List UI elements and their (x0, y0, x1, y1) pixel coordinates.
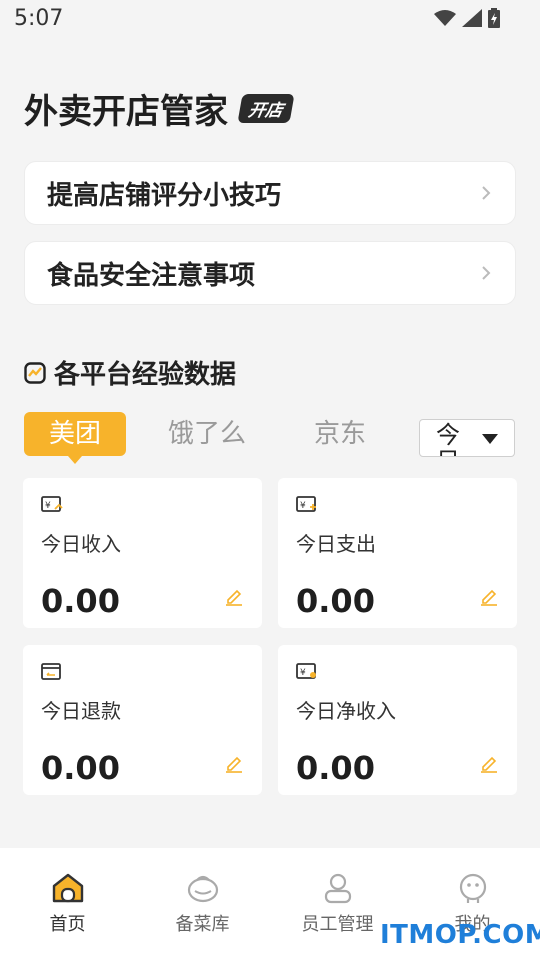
section-title: 各平台经验数据 (54, 360, 237, 390)
stat-value: 0.00 (41, 749, 120, 787)
dropdown-caret-icon (482, 434, 498, 444)
bowl-icon (187, 875, 218, 903)
profile-icon (459, 873, 486, 903)
status-time: 5:07 (14, 6, 64, 31)
net-income-icon: ¥ (296, 663, 316, 679)
date-filter-value: 今日 (436, 421, 460, 456)
stat-card-expense[interactable]: ¥ 今日支出 0.00 (278, 478, 517, 628)
tip-card-rating[interactable]: 提高店铺评分小技巧 (24, 161, 516, 225)
home-icon (52, 873, 83, 903)
nav-item-home[interactable]: 首页 (0, 872, 135, 936)
battery-icon (488, 8, 500, 28)
page-title: 外卖开店管家 (24, 92, 228, 132)
refund-icon (41, 663, 61, 680)
stat-value: 0.00 (296, 749, 375, 787)
stat-card-net-income[interactable]: ¥ 今日净收入 0.00 (278, 645, 517, 795)
staff-icon (324, 873, 351, 904)
nav-item-label: 首页 (49, 914, 86, 935)
stat-card-income[interactable]: ¥ 今日收入 0.00 (23, 478, 262, 628)
stat-value: 0.00 (41, 582, 120, 620)
tip-card-food-safety[interactable]: 食品安全注意事项 (24, 241, 516, 305)
stat-value: 0.00 (296, 582, 375, 620)
edit-pencil-icon[interactable] (479, 586, 499, 606)
svg-text:¥: ¥ (300, 668, 306, 678)
platform-section-header: 各平台经验数据 (24, 354, 236, 391)
wifi-icon (434, 10, 456, 26)
platform-tabs: 美团 饿了么 京东 今日 (24, 412, 516, 464)
svg-text:¥: ¥ (45, 501, 51, 511)
stat-label: 今日净收入 (296, 699, 396, 723)
date-filter-select[interactable]: 今日 (419, 419, 515, 457)
income-icon: ¥ (41, 496, 63, 512)
chevron-right-icon (482, 266, 491, 280)
edit-pencil-icon[interactable] (479, 753, 499, 773)
header-badge: 开店 (237, 94, 295, 123)
stat-label: 今日收入 (41, 532, 121, 556)
nav-item-label: 备菜库 (175, 914, 230, 935)
status-bar: 5:07 (0, 0, 540, 38)
edit-pencil-icon[interactable] (224, 753, 244, 773)
svg-text:¥: ¥ (300, 501, 306, 511)
signal-icon (462, 9, 482, 27)
watermark-text: ITMOP.COM (380, 920, 540, 950)
status-icons (434, 8, 500, 28)
tab-meituan[interactable]: 美团 (24, 412, 126, 464)
expense-icon: ¥ (296, 496, 316, 512)
stat-card-refund[interactable]: 今日退款 0.00 (23, 645, 262, 795)
tip-card-label: 提高店铺评分小技巧 (47, 180, 282, 211)
stat-label: 今日支出 (296, 532, 376, 556)
nav-item-prep-library[interactable]: 备菜库 (135, 872, 270, 936)
trend-chart-icon (24, 361, 46, 384)
stat-label: 今日退款 (41, 699, 121, 723)
tab-eleme[interactable]: 饿了么 (152, 412, 262, 456)
edit-pencil-icon[interactable] (224, 586, 244, 606)
tip-card-label: 食品安全注意事项 (47, 260, 256, 291)
tab-jd[interactable]: 京东 (294, 412, 386, 456)
header: 外卖开店管家 开店 (24, 84, 295, 133)
chevron-right-icon (482, 186, 491, 200)
